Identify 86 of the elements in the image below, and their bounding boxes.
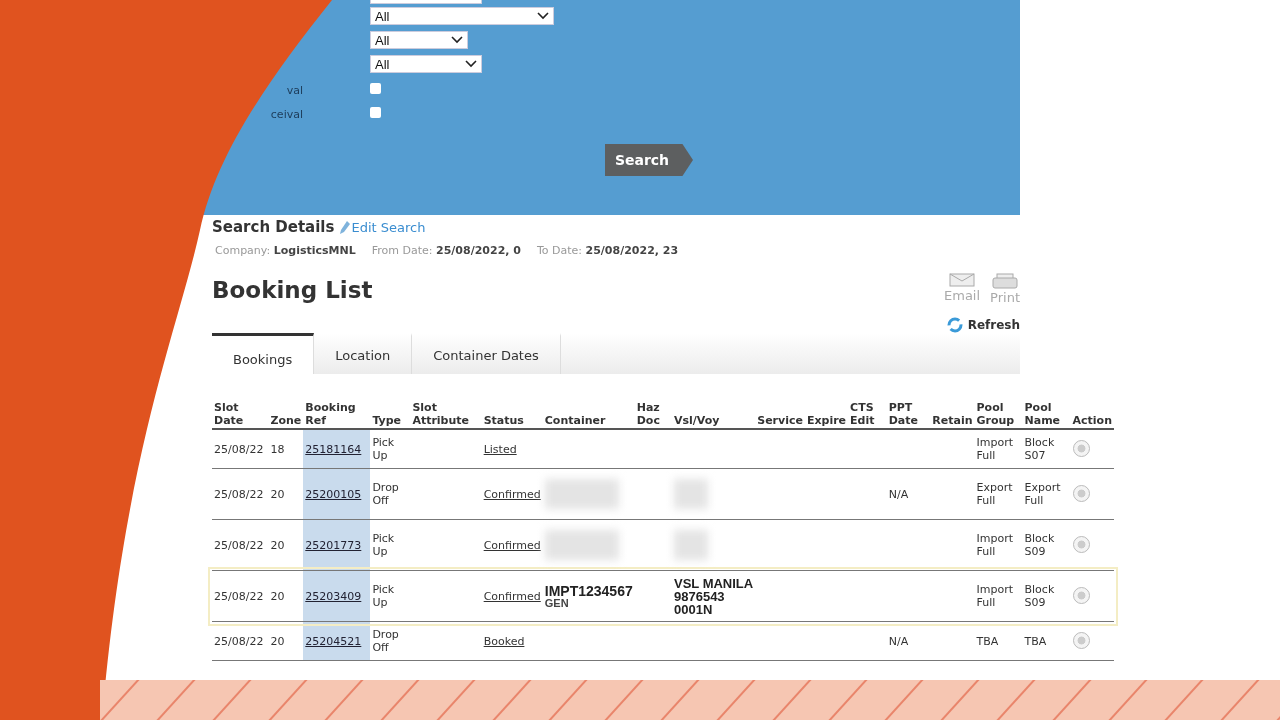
- column-header: CTS Edit: [848, 400, 887, 429]
- column-header: Action: [1070, 400, 1114, 429]
- checkbox[interactable]: [370, 82, 381, 94]
- booking-row[interactable]: 25/08/22 18 25181164 Pick Up Listed Import Full Block S07: [212, 429, 1114, 469]
- type-cell: Drop Off: [372, 628, 399, 654]
- booking-row[interactable]: 25/08/22 20 25201773 Pick Up Confirmed Import Full Block S09: [212, 519, 1114, 571]
- zone-cell: 20: [270, 487, 285, 501]
- booking-row[interactable]: 25/08/22 20 25200105 Drop Off Confirmed N/A Export Full Export Full: [212, 468, 1114, 520]
- chevron-down-icon: [537, 12, 549, 20]
- pool-name-cell: Block S09: [1024, 532, 1055, 558]
- search-detail-text: To Date: 25/08/2022, 23: [536, 244, 679, 257]
- pool-name-cell: Block S07: [1024, 436, 1055, 462]
- status-link[interactable]: Confirmed: [483, 538, 541, 552]
- pencil-icon: [340, 220, 351, 234]
- column-header: Status: [481, 400, 543, 429]
- column-header: Expire: [804, 400, 849, 429]
- refresh-icon: [946, 317, 963, 333]
- zone-cell: 20: [270, 634, 285, 648]
- search-detail-text: Company: LogisticsMNL: [215, 244, 356, 257]
- column-header: Service: [755, 400, 805, 429]
- chevron-down-icon: [451, 36, 463, 44]
- type-cell: Pick Up: [372, 583, 395, 609]
- pool-name-cell: Export Full: [1024, 481, 1061, 507]
- tab[interactable]: Container Dates: [412, 333, 561, 374]
- column-header: Haz Doc: [634, 400, 672, 429]
- tab[interactable]: Bookings: [212, 333, 315, 374]
- pool-group-cell: Export Full: [976, 481, 1013, 507]
- chevron-down-icon: [465, 60, 477, 68]
- status-link[interactable]: Booked: [483, 634, 525, 648]
- column-header: Zone: [268, 400, 304, 429]
- dropdown-select[interactable]: All: [370, 55, 482, 73]
- status-link[interactable]: Confirmed: [483, 589, 541, 603]
- ppt-date-cell: N/A: [888, 487, 909, 501]
- column-header: Type: [370, 400, 411, 429]
- date-cell: 25/08/22: [214, 442, 264, 456]
- radio-button[interactable]: [1072, 535, 1090, 553]
- pool-group-cell: Import Full: [976, 532, 1014, 558]
- vessel-voyage-cell: VSL MANILA 9876543 0001N: [674, 576, 754, 616]
- column-header: PPT Date: [886, 400, 931, 429]
- dropdown-select[interactable]: All: [370, 31, 468, 49]
- column-header: Vsl/Voy: [672, 400, 756, 429]
- envelope-icon: [949, 273, 976, 287]
- blurred-text: [674, 530, 708, 560]
- field-label: val: [286, 83, 303, 97]
- search-button[interactable]: Search: [605, 144, 693, 176]
- section-title: Search Details: [212, 218, 335, 236]
- pool-group-cell: Import Full: [976, 583, 1014, 609]
- column-header: Slot Date: [212, 400, 269, 429]
- pool-group-cell: TBA: [976, 634, 999, 648]
- checkbox[interactable]: [370, 106, 381, 118]
- date-cell: 25/08/22: [214, 634, 264, 648]
- field-label: ceival: [270, 107, 303, 121]
- booking-row[interactable]: 25/08/22 20 25204521 Drop Off Booked N/A TBA TBA: [212, 621, 1114, 661]
- column-header: Retain: [930, 400, 975, 429]
- printer-icon: [992, 273, 1019, 289]
- zone-cell: 20: [270, 589, 285, 603]
- pool-name-cell: TBA: [1024, 634, 1047, 648]
- status-link[interactable]: Confirmed: [483, 487, 541, 501]
- column-header: Pool Group: [974, 400, 1023, 429]
- tab[interactable]: Location: [314, 333, 413, 374]
- radio-button[interactable]: [1072, 484, 1090, 502]
- pool-group-cell: Import Full: [976, 436, 1014, 462]
- container-cell: IMPT1234567 GEN: [544, 583, 633, 609]
- date-cell: 25/08/22: [214, 487, 264, 501]
- column-header: Container: [542, 400, 635, 429]
- ppt-date-cell: N/A: [888, 634, 909, 648]
- column-header: Slot Attribute: [410, 400, 482, 429]
- column-header: Pool Name: [1022, 400, 1071, 429]
- search-detail-text: From Date: 25/08/2022, 0: [371, 244, 521, 257]
- type-cell: Drop Off: [372, 481, 399, 507]
- type-cell: Pick Up: [372, 532, 395, 558]
- refresh-button[interactable]: Refresh: [946, 317, 1020, 333]
- radio-button[interactable]: [1072, 439, 1090, 457]
- zone-cell: 20: [270, 538, 285, 552]
- date-cell: 25/08/22: [214, 538, 264, 552]
- radio-button[interactable]: [1072, 586, 1090, 604]
- dropdown-select[interactable]: All: [370, 7, 554, 25]
- radio-button[interactable]: [1072, 631, 1090, 649]
- page-title: Booking List: [212, 277, 373, 305]
- pool-name-cell: Block S09: [1024, 583, 1055, 609]
- edit-search-link[interactable]: Edit Search: [340, 219, 426, 235]
- blurred-text: [674, 479, 708, 509]
- zone-cell: 18: [270, 442, 285, 456]
- date-cell: 25/08/22: [214, 589, 264, 603]
- status-link[interactable]: Listed: [483, 442, 517, 456]
- type-cell: Pick Up: [372, 436, 395, 462]
